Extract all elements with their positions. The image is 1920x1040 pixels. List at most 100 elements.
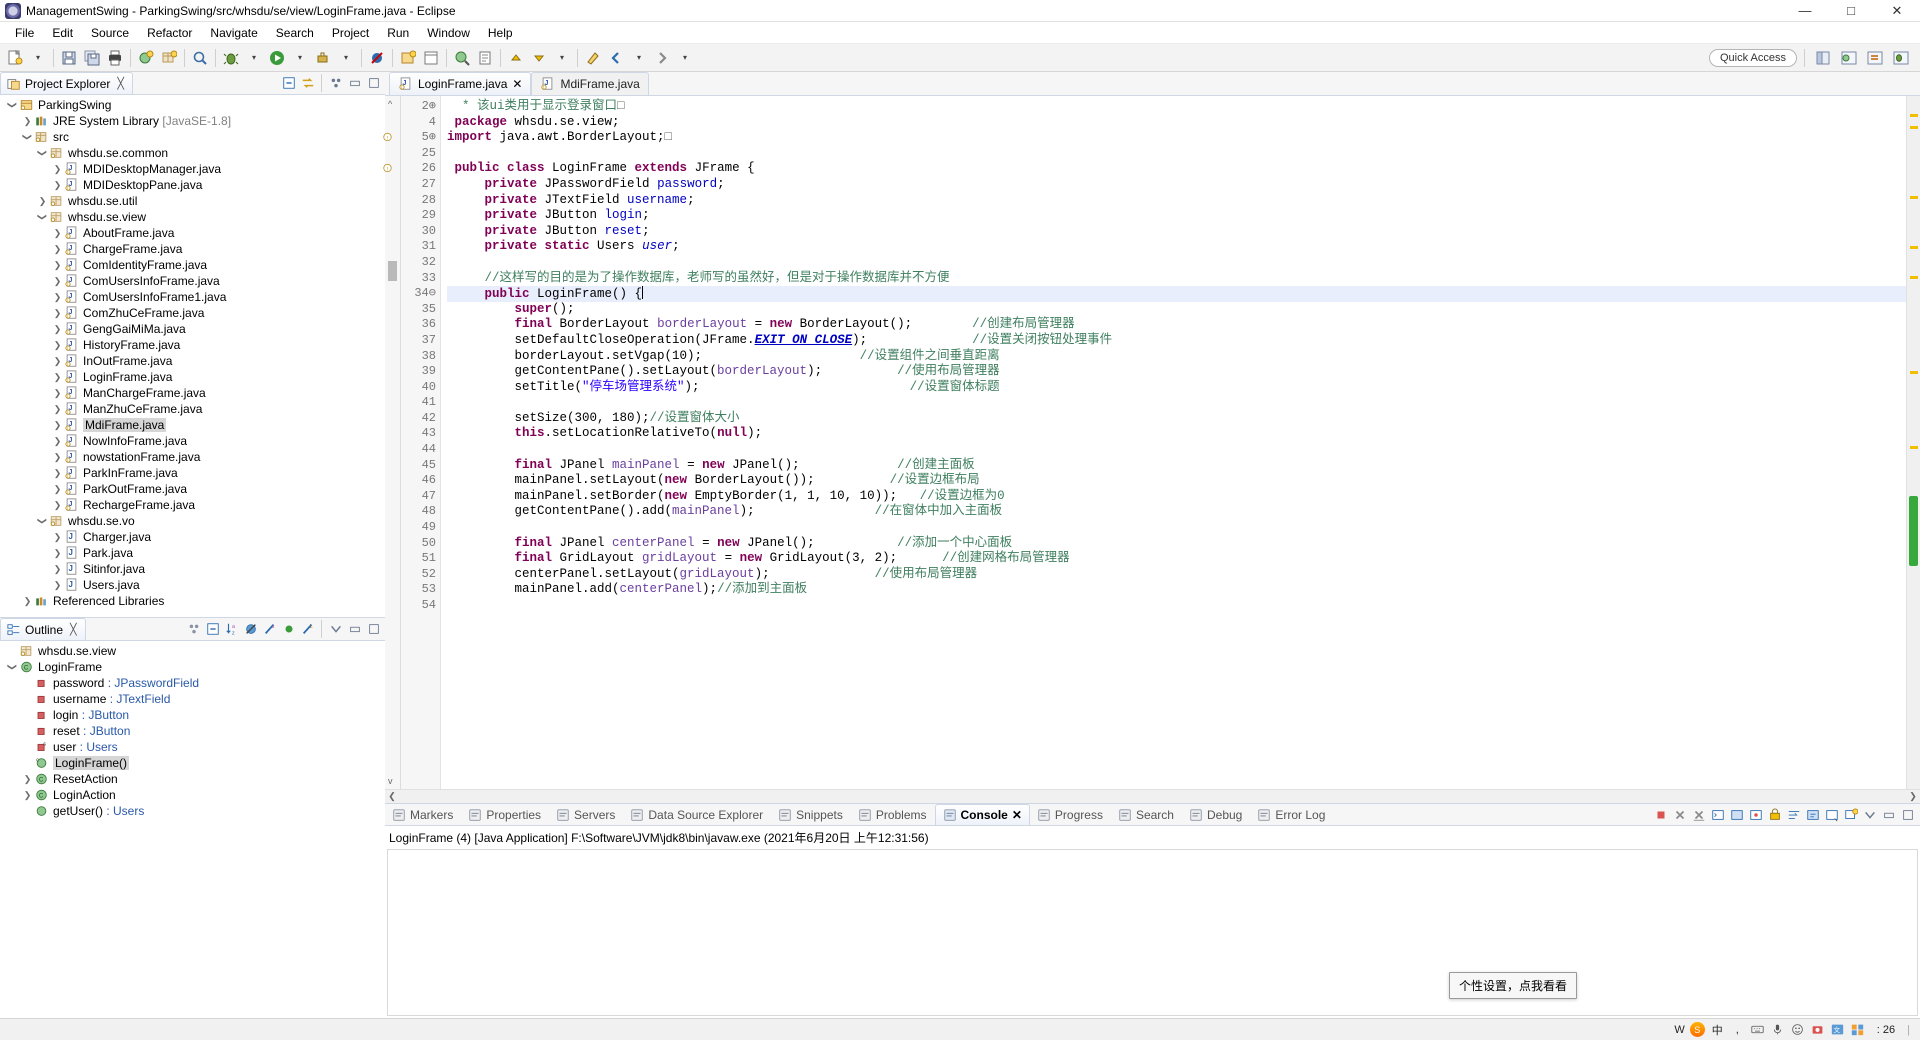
scroll-lock-icon[interactable] [1766, 806, 1783, 823]
outline-tree-item[interactable]: ❯ C ResetAction [0, 771, 385, 787]
project-tree-item[interactable]: ❯ J! ComUsersInfoFrame.java [0, 273, 385, 289]
java-perspective-icon[interactable] [1838, 47, 1860, 69]
code-line[interactable]: final BorderLayout borderLayout = new Bo… [447, 317, 1906, 333]
code-line[interactable] [447, 255, 1906, 271]
show-console-icon[interactable] [1728, 806, 1745, 823]
toolbox-icon[interactable] [1850, 1022, 1865, 1037]
outline-tree-item[interactable]: ❯cLoginFrame() [0, 755, 385, 771]
hide-static-icon[interactable]: s [261, 621, 278, 638]
bottom-tab[interactable]: Progress [1030, 804, 1111, 825]
run-dropdown-icon[interactable]: ▾ [289, 47, 311, 69]
menu-run[interactable]: Run [378, 24, 418, 42]
outline-tree-item[interactable]: ❯whsdu.se.view [0, 643, 385, 659]
collapse-all-icon[interactable] [280, 75, 297, 92]
outline-tree-item[interactable]: ❯ C LoginAction [0, 787, 385, 803]
editor-code[interactable]: * 该ui类用于显示登录窗口□ package whsdu.se.view; im… [441, 96, 1906, 789]
outline-tree[interactable]: ❯whsdu.se.view❯CLoginFrame❯password : JP… [0, 641, 385, 1018]
project-tree-item[interactable]: ❯ J! AboutFrame.java [0, 225, 385, 241]
view-menu-icon[interactable] [1861, 806, 1878, 823]
chevron-right-icon[interactable]: ❯ [51, 273, 64, 289]
chevron-right-icon[interactable]: ❯ [21, 771, 34, 787]
new-java-project-icon[interactable] [397, 47, 419, 69]
code-line[interactable] [447, 598, 1906, 614]
minimize-icon[interactable] [346, 75, 363, 92]
debug-perspective-icon[interactable] [1890, 47, 1912, 69]
voice-input-icon[interactable] [1770, 1022, 1785, 1037]
hide-fields-icon[interactable] [242, 621, 259, 638]
code-line[interactable]: setTitle("停车场管理系统"); //设置窗体标题 [447, 380, 1906, 396]
hide-local-types-icon[interactable]: L [299, 621, 316, 638]
close-button[interactable]: ✕ [1874, 0, 1920, 22]
view-menu-icon[interactable] [327, 75, 344, 92]
editor-tab[interactable]: J! LoginFrame.java ✕ [389, 72, 532, 95]
menu-edit[interactable]: Edit [43, 24, 82, 42]
code-line[interactable] [447, 146, 1906, 162]
external-tools-dropdown-icon[interactable]: ▾ [335, 47, 357, 69]
menu-source[interactable]: Source [82, 24, 138, 42]
chevron-right-icon[interactable]: ❯ [51, 337, 64, 353]
java-browsing-icon[interactable] [420, 47, 442, 69]
chevron-right-icon[interactable]: ❯ [51, 321, 64, 337]
chevron-right-icon[interactable]: ❯ [51, 289, 64, 305]
chevron-right-icon[interactable]: ❯ [51, 369, 64, 385]
bottom-tab[interactable]: Properties [461, 804, 549, 825]
chevron-right-icon[interactable]: ❯ [51, 225, 64, 241]
close-icon[interactable]: ╳ [117, 77, 124, 90]
external-tools-icon[interactable] [312, 47, 334, 69]
collapse-all-icon[interactable] [204, 621, 221, 638]
chevron-right-icon[interactable]: ❯ [21, 787, 34, 803]
project-tree-item[interactable]: ❯ Referenced Libraries [0, 593, 385, 609]
code-line[interactable] [447, 395, 1906, 411]
back-dropdown-icon[interactable]: ▾ [628, 47, 650, 69]
remove-all-terminated-icon[interactable] [1690, 806, 1707, 823]
editor-annotation-ruler[interactable]: ^ v [385, 96, 401, 789]
project-tree-item[interactable]: ❯ J Users.java [0, 577, 385, 593]
code-line[interactable]: getContentPane().add(mainPanel); //在窗体中加… [447, 504, 1906, 520]
bottom-tab[interactable]: Data Source Explorer [623, 804, 771, 825]
outline-tree-item[interactable]: ❯login : JButton [0, 707, 385, 723]
chevron-right-icon[interactable]: ❯ [51, 241, 64, 257]
code-line[interactable]: private JButton login; [447, 208, 1906, 224]
back-icon[interactable] [605, 47, 627, 69]
editor-tab[interactable]: J! MdiFrame.java [531, 72, 649, 95]
save-icon[interactable] [58, 47, 80, 69]
scroll-left-icon[interactable]: ❮ [385, 791, 399, 802]
forward-dropdown-icon[interactable]: ▾ [674, 47, 696, 69]
new-java-class-icon[interactable] [135, 47, 157, 69]
previous-annotation-icon[interactable] [505, 47, 527, 69]
next-annotation-icon[interactable] [528, 47, 550, 69]
view-menu-icon[interactable] [327, 621, 344, 638]
code-line[interactable]: final GridLayout gridLayout = new GridLa… [447, 551, 1906, 567]
translate-icon[interactable]: 文 [1830, 1022, 1845, 1037]
chinese-mode-icon[interactable]: 中 [1710, 1022, 1725, 1037]
chevron-right-icon[interactable]: ❯ [51, 481, 64, 497]
chevron-right-icon[interactable]: ❯ [51, 161, 64, 177]
code-line[interactable]: mainPanel.setBorder(new EmptyBorder(1, 1… [447, 489, 1906, 505]
chevron-right-icon[interactable]: ❯ [51, 417, 64, 433]
open-perspective-icon[interactable] [1812, 47, 1834, 69]
sort-icon[interactable]: az [223, 621, 240, 638]
forward-icon[interactable] [651, 47, 673, 69]
bottom-tab[interactable]: Markers [385, 804, 461, 825]
code-line[interactable]: import java.awt.BorderLayout;□ [447, 130, 1906, 146]
search-icon[interactable] [189, 47, 211, 69]
chevron-right-icon[interactable]: ❯ [36, 193, 49, 209]
annotation-dropdown-icon[interactable]: ▾ [551, 47, 573, 69]
project-tree-item[interactable]: ❯ J! MdiFrame.java [0, 417, 385, 433]
code-line[interactable]: public class LoginFrame extends JFrame { [447, 161, 1906, 177]
code-line[interactable]: * 该ui类用于显示登录窗口□ [447, 99, 1906, 115]
ime-toolbar[interactable]: W S 中 , 文 [1668, 1022, 1870, 1037]
display-selected-console-icon[interactable] [1804, 806, 1821, 823]
project-tree-item[interactable]: ❯ src [0, 129, 385, 145]
chevron-right-icon[interactable]: ❯ [51, 465, 64, 481]
code-line[interactable]: mainPanel.setLayout(new BorderLayout());… [447, 473, 1906, 489]
screenshot-icon[interactable] [1810, 1022, 1825, 1037]
project-tree-item[interactable]: ❯ J! InOutFrame.java [0, 353, 385, 369]
outline-tree-item[interactable]: ❯getUser() : Users [0, 803, 385, 819]
chevron-right-icon[interactable]: ❯ [51, 257, 64, 273]
tab-project-explorer[interactable]: Project Explorer ╳ [0, 72, 133, 94]
project-tree-item[interactable]: ❯ whsdu.se.util [0, 193, 385, 209]
outline-tree-item[interactable]: ❯ C LoginFrame [0, 659, 385, 675]
code-line[interactable]: final JPanel mainPanel = new JPanel(); /… [447, 458, 1906, 474]
code-line[interactable]: private static Users user; [447, 239, 1906, 255]
